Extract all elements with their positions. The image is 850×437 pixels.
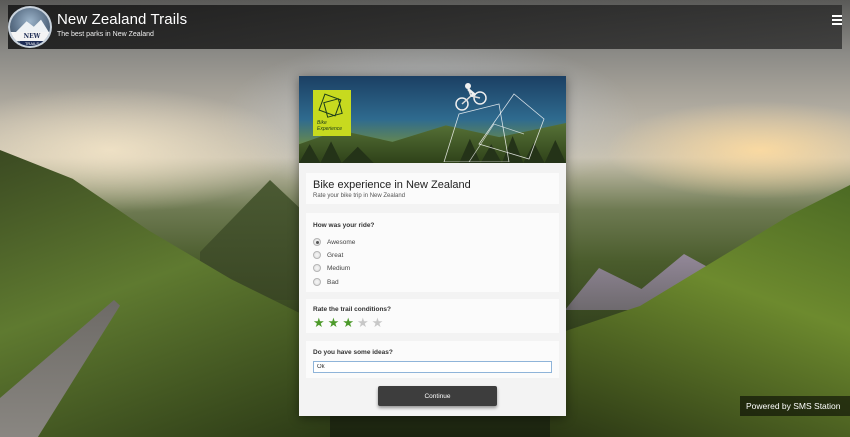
ideas-question-label: Do you have some ideas? [313, 349, 393, 356]
radio-option-medium[interactable]: Medium [313, 263, 350, 273]
site-title: New Zealand Trails [57, 11, 188, 28]
ideas-question: Do you have some ideas? [306, 341, 559, 378]
radio-button[interactable] [313, 264, 321, 272]
star-icon[interactable]: ★ [372, 316, 384, 329]
radio-label: Bad [327, 278, 339, 286]
ride-question: How was your ride? Awesome Great Medium … [306, 213, 559, 292]
star-icon[interactable]: ★ [328, 316, 340, 329]
ideas-input[interactable] [313, 361, 552, 373]
hamburger-icon[interactable] [832, 15, 842, 25]
site-logo[interactable]: NEW ZEALAND TRAILS [8, 6, 52, 48]
radio-button[interactable] [313, 251, 321, 259]
hero-image: Bike Experience [299, 76, 566, 163]
survey-card: Bike Experience Bike experience in New Ze… [299, 76, 566, 416]
star-icon[interactable]: ★ [313, 316, 325, 329]
radio-option-bad[interactable]: Bad [313, 277, 339, 287]
top-bar: NEW ZEALAND TRAILS New Zealand Trails Th… [8, 5, 842, 49]
logo-banner: NEW ZEALAND [10, 32, 50, 46]
star-icon[interactable]: ★ [357, 316, 369, 329]
trail-question: Rate the trail conditions? ★ ★ ★ ★ ★ [306, 299, 559, 333]
bike-experience-badge: Bike Experience [313, 90, 351, 136]
powered-by-label: Powered by SMS Station [740, 396, 850, 416]
survey-title: Bike experience in New Zealand [313, 179, 471, 191]
radio-option-great[interactable]: Great [313, 250, 343, 260]
radio-label: Awesome [327, 238, 356, 246]
site-subtitle: The best parks in New Zealand [57, 31, 154, 38]
logo-subbanner: TRAILS [20, 41, 44, 46]
star-icon[interactable]: ★ [342, 316, 354, 329]
radio-label: Medium [327, 264, 351, 272]
survey-subtitle: Rate your bike trip in New Zealand [313, 193, 406, 199]
survey-header: Bike experience in New Zealand Rate your… [306, 173, 559, 204]
biker-icon [455, 83, 487, 111]
radio-button[interactable] [313, 278, 321, 286]
trail-question-label: Rate the trail conditions? [313, 306, 392, 313]
radio-option-awesome[interactable]: Awesome [313, 237, 355, 247]
ride-question-label: How was your ride? [313, 222, 375, 229]
radio-button[interactable] [313, 238, 321, 246]
continue-button[interactable]: Continue [378, 386, 497, 406]
radio-label: Great [327, 251, 344, 259]
badge-line-2: Experience [317, 126, 343, 132]
star-rating[interactable]: ★ ★ ★ ★ ★ [313, 316, 383, 329]
